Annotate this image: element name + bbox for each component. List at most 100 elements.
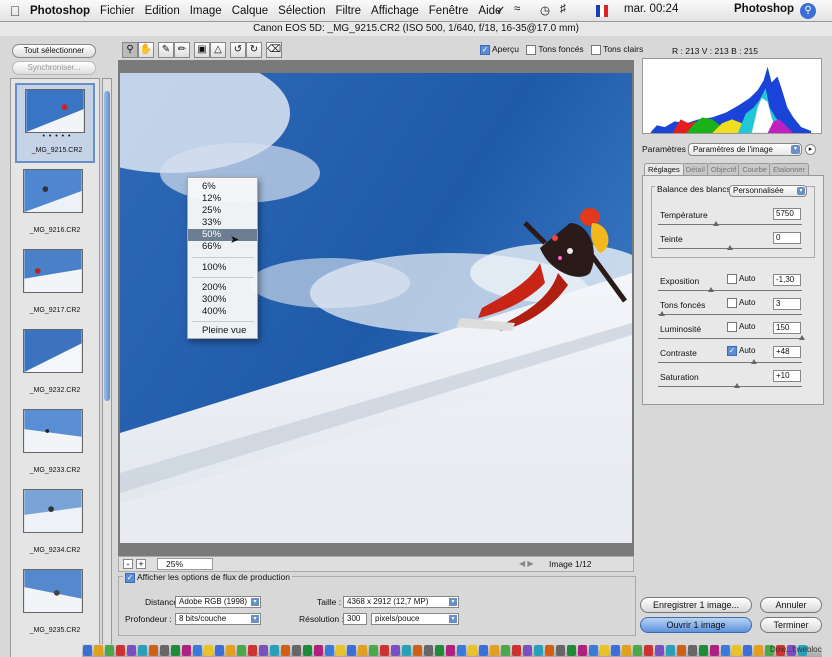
thumbnail[interactable]: _MG_9233.CR2: [15, 405, 95, 485]
dock-app-icon[interactable]: [171, 645, 180, 656]
resolution-unit-select[interactable]: pixels/pouce ▾: [371, 613, 459, 625]
dock-app-icon[interactable]: [358, 645, 367, 656]
dock-app-icon[interactable]: [149, 645, 158, 656]
dock-app-icon[interactable]: [259, 645, 268, 656]
temperature-track[interactable]: [658, 224, 802, 225]
zoom-option-100[interactable]: 100%: [188, 262, 257, 274]
dock-app-icon[interactable]: [666, 645, 675, 656]
hand-tool-icon[interactable]: ✋: [138, 42, 154, 58]
tab-etalonner[interactable]: Etalonner: [768, 163, 810, 175]
tint-field[interactable]: 0: [773, 232, 801, 244]
dock-app-icon[interactable]: [567, 645, 576, 656]
dock-app-icon[interactable]: [380, 645, 389, 656]
menu-affichage[interactable]: Affichage: [371, 5, 419, 17]
image-nav-arrows-icon[interactable]: ◀ ▶: [519, 559, 534, 568]
menu-image[interactable]: Image: [190, 5, 222, 17]
wifi-icon[interactable]: ≈: [514, 3, 520, 15]
sync-icon[interactable]: ◷: [540, 3, 550, 17]
highlights-checkbox[interactable]: Tons clairs: [591, 44, 643, 55]
zoom-option-400[interactable]: 400%: [188, 306, 257, 318]
bit-depth-select[interactable]: 8 bits/couche ▾: [175, 613, 261, 625]
zoom-option-6[interactable]: 6%: [188, 181, 257, 193]
params-menu-icon[interactable]: ▸: [805, 144, 816, 155]
dock-app-icon[interactable]: [105, 645, 114, 656]
menu-edition[interactable]: Edition: [145, 5, 180, 17]
select-all-button[interactable]: Tout sélectionner: [12, 44, 96, 58]
show-workflow-options-checkbox[interactable]: ✓ Afficher les options de flux de product…: [123, 572, 292, 583]
menu-fichier[interactable]: Fichier: [100, 5, 135, 17]
dock-app-icon[interactable]: [556, 645, 565, 656]
tab-detail[interactable]: Détail: [681, 163, 709, 175]
zoom-option-12[interactable]: 12%: [188, 193, 257, 205]
saturation-field[interactable]: +10: [773, 370, 801, 382]
dock-app-icon[interactable]: [655, 645, 664, 656]
app-switcher[interactable]: Photoshop: [734, 3, 794, 15]
zoom-option-fit[interactable]: Pleine vue: [188, 325, 257, 337]
menu-calque[interactable]: Calque: [232, 5, 268, 17]
white-balance-select[interactable]: Personnalisée ▾: [729, 185, 807, 197]
dock-app-icon[interactable]: [94, 645, 103, 656]
dock-app-icon[interactable]: [226, 645, 235, 656]
tab-reglages[interactable]: Réglages: [644, 163, 684, 175]
zoom-option-33[interactable]: 33%: [188, 217, 257, 229]
shadows-checkbox[interactable]: Tons foncés: [526, 44, 584, 55]
shadows-track[interactable]: [658, 314, 802, 315]
preview-checkbox[interactable]: ✓ Aperçu: [480, 44, 519, 55]
cancel-button[interactable]: Annuler: [760, 597, 822, 613]
dock-app-icon[interactable]: [336, 645, 345, 656]
dock-app-icon[interactable]: [292, 645, 301, 656]
shadows-auto-checkbox[interactable]: Auto: [727, 298, 755, 308]
dock-app-icon[interactable]: [402, 645, 411, 656]
dock-app-icon[interactable]: [688, 645, 697, 656]
thumbnail[interactable]: _MG_9217.CR2: [15, 245, 95, 325]
contrast-auto-checkbox[interactable]: ✓ Auto: [727, 346, 755, 356]
dock-app-icon[interactable]: [182, 645, 191, 656]
dock-app-icon[interactable]: [512, 645, 521, 656]
dock-app-icon[interactable]: [248, 645, 257, 656]
contrast-slider-thumb[interactable]: [751, 359, 758, 365]
temperature-field[interactable]: 5750: [773, 208, 801, 220]
rotate-right-icon[interactable]: ↻: [246, 42, 262, 58]
dock-app-icon[interactable]: [578, 645, 587, 656]
exposure-track[interactable]: [658, 290, 802, 291]
dock-app-icon[interactable]: [545, 645, 554, 656]
exposure-field[interactable]: -1,30: [773, 274, 801, 286]
menu-selection[interactable]: Sélection: [278, 5, 325, 17]
dock-app-icon[interactable]: [446, 645, 455, 656]
dock-app-icon[interactable]: [281, 645, 290, 656]
dock-app-icon[interactable]: [589, 645, 598, 656]
dock-app-icon[interactable]: [534, 645, 543, 656]
clock[interactable]: mar. 00:24: [624, 3, 678, 15]
dock-app-icon[interactable]: [479, 645, 488, 656]
params-select[interactable]: Paramètres de l'image ▾: [688, 143, 802, 156]
bluetooth-icon[interactable]: ✓: [496, 3, 506, 17]
spotlight-icon[interactable]: ⚲: [800, 3, 816, 19]
zoom-level-select[interactable]: 25%: [157, 558, 213, 570]
dock-app-icon[interactable]: [743, 645, 752, 656]
white-balance-tool-icon[interactable]: ✎: [158, 42, 174, 58]
dock-app-icon[interactable]: [721, 645, 730, 656]
dock-app-icon[interactable]: [501, 645, 510, 656]
menu-fenetre[interactable]: Fenêtre: [429, 5, 469, 17]
dock-app-icon[interactable]: [193, 645, 202, 656]
exposure-slider-thumb[interactable]: [708, 287, 715, 293]
filmstrip-scrollbar[interactable]: [102, 78, 112, 657]
scrollbar-thumb[interactable]: [104, 91, 110, 401]
menu-filtre[interactable]: Filtre: [335, 5, 361, 17]
dock-app-icon[interactable]: [435, 645, 444, 656]
resolution-field[interactable]: 300: [343, 613, 367, 625]
contrast-field[interactable]: +48: [773, 346, 801, 358]
saturation-track[interactable]: [658, 386, 802, 387]
dock-app-icon[interactable]: [611, 645, 620, 656]
dock-app-icon[interactable]: [600, 645, 609, 656]
dock-app-icon[interactable]: [644, 645, 653, 656]
dock-app-icon[interactable]: [160, 645, 169, 656]
filmstrip[interactable]: • • • • • _MG_9215.CR2 _MG_9216.CR2 _MG_…: [10, 78, 100, 657]
dock-app-icon[interactable]: [369, 645, 378, 656]
done-button[interactable]: Terminer: [760, 617, 822, 633]
color-sampler-icon[interactable]: ✏: [174, 42, 190, 58]
thumbnail[interactable]: _MG_9234.CR2: [15, 485, 95, 565]
shadows-field[interactable]: 3: [773, 298, 801, 310]
dock-app-icon[interactable]: [523, 645, 532, 656]
dock-app-icon[interactable]: [237, 645, 246, 656]
